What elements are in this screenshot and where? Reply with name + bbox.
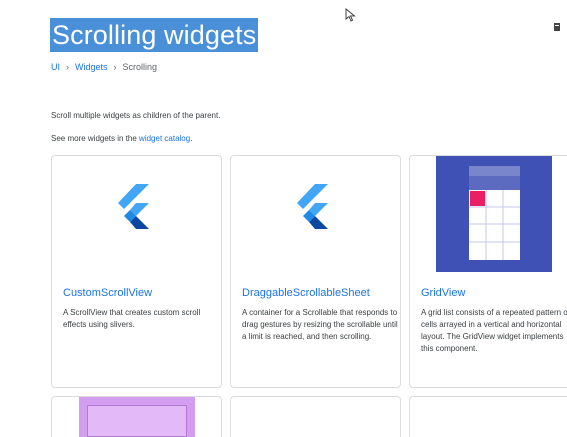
flutter-logo-icon xyxy=(297,184,328,229)
card-title[interactable]: CustomScrollView xyxy=(63,287,152,299)
chevron-right-icon: › xyxy=(113,62,117,72)
card-description: A grid list consists of a repeated patte… xyxy=(421,308,567,353)
page-title: Scrolling widgets xyxy=(50,18,259,52)
thumbnail-frame xyxy=(87,405,187,437)
chevron-right-icon: › xyxy=(66,62,69,72)
intro-text: Scroll multiple widgets as children of t… xyxy=(51,111,221,120)
widget-catalog-link[interactable]: widget catalog xyxy=(139,134,190,143)
mouse-cursor-icon xyxy=(345,8,356,22)
card-title[interactable]: DraggableScrollableSheet xyxy=(242,287,370,299)
card-gridview[interactable]: GridView A grid list consists of a repea… xyxy=(409,155,567,388)
card-partial[interactable] xyxy=(230,396,401,437)
flutter-logo-icon xyxy=(118,184,149,229)
card-customscrollview[interactable]: CustomScrollView A ScrollView that creat… xyxy=(51,155,222,388)
card-title[interactable]: GridView xyxy=(421,287,465,299)
breadcrumb-current: Scrolling xyxy=(122,62,158,72)
see-more-suffix: . xyxy=(190,134,193,143)
card-thumbnail xyxy=(79,397,195,437)
card-draggablescrollablesheet[interactable]: DraggableScrollableSheet A container for… xyxy=(230,155,401,388)
card-description: A container for a Scrollable that respon… xyxy=(242,308,398,341)
card-partial[interactable] xyxy=(409,396,567,437)
card-description: A ScrollView that creates custom scroll … xyxy=(63,308,201,329)
breadcrumb: UI › Widgets › Scrolling xyxy=(51,62,157,72)
card-partial[interactable] xyxy=(51,396,222,437)
breadcrumb-ui[interactable]: UI xyxy=(51,62,60,72)
page-icon[interactable] xyxy=(552,22,562,32)
see-more-prefix: See more widgets in the xyxy=(51,134,140,143)
breadcrumb-widgets[interactable]: Widgets xyxy=(75,62,108,72)
see-more-text: See more widgets in the widget catalog. xyxy=(51,134,192,143)
gridview-illustration xyxy=(436,156,552,272)
